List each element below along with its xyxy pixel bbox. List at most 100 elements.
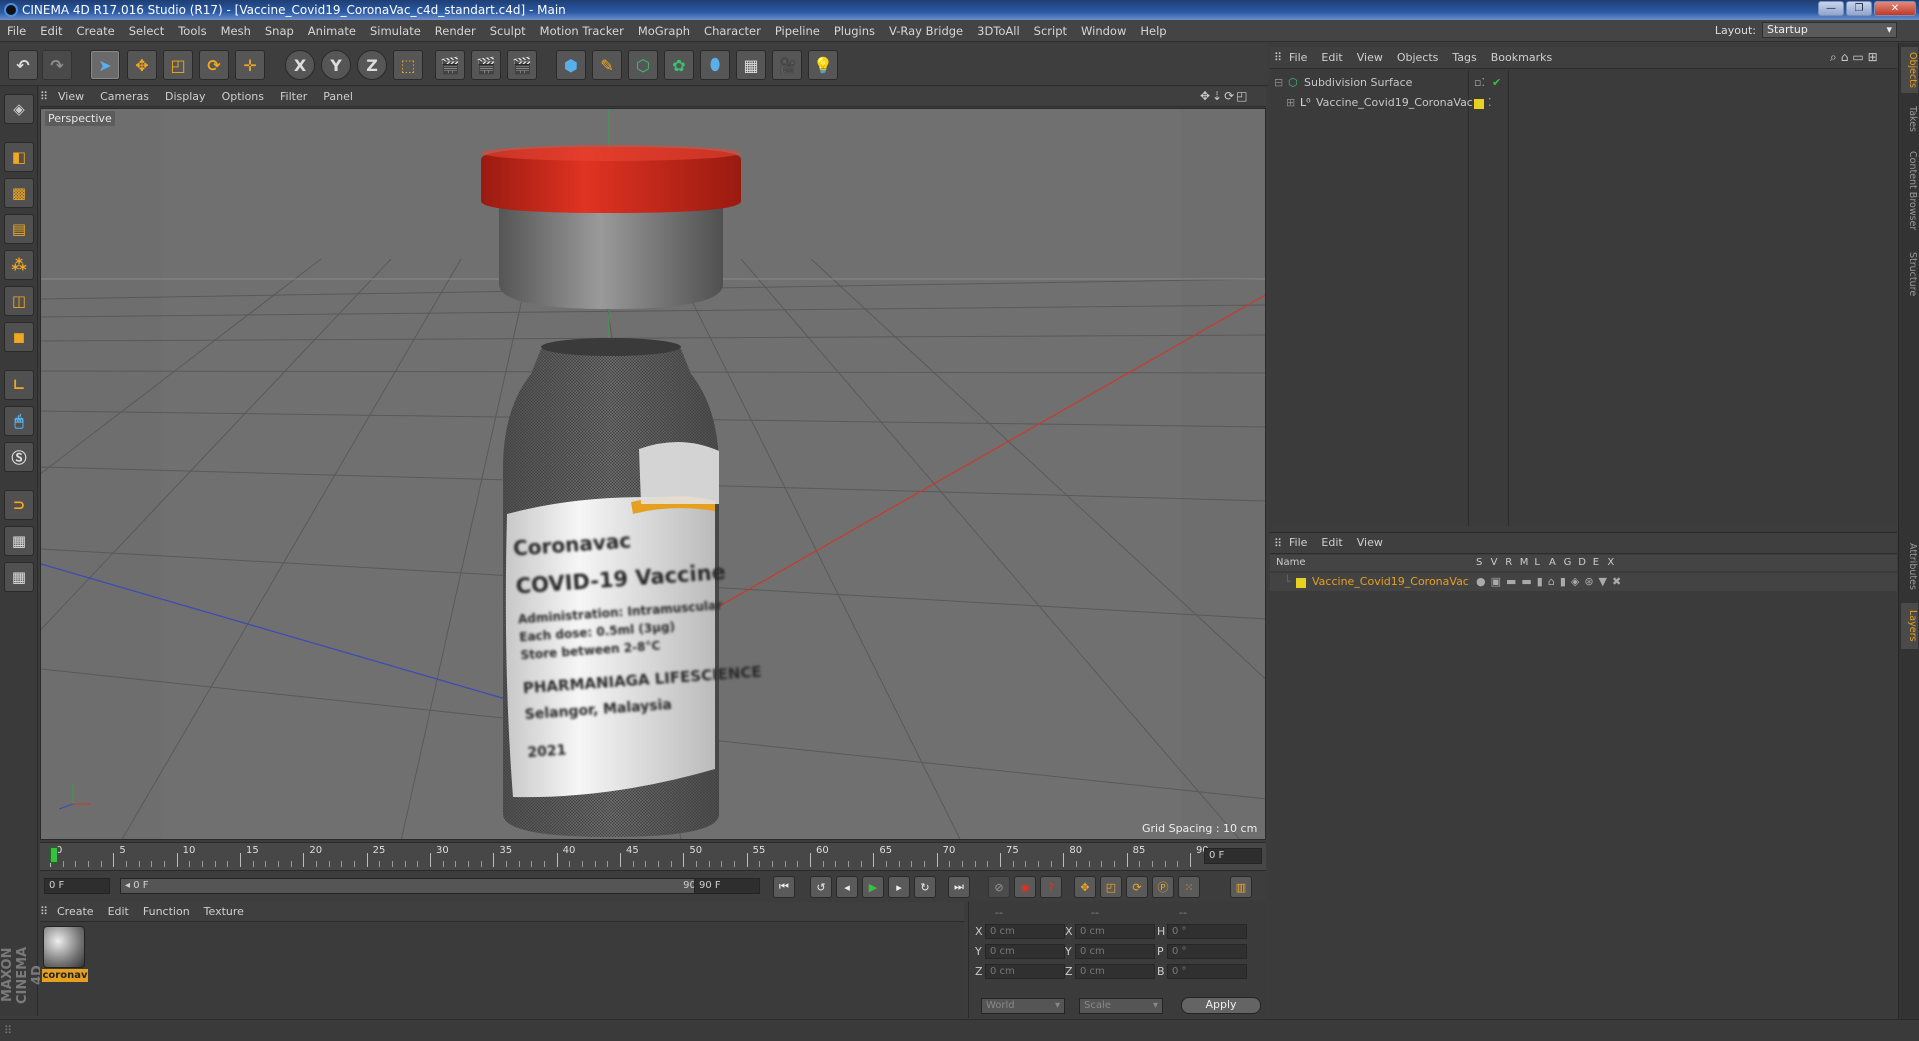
undo-button[interactable]: ↶ — [8, 50, 38, 80]
record-keys-button[interactable]: ⊘ — [988, 876, 1010, 898]
enabled-check-icon[interactable]: ✔ — [1492, 74, 1501, 92]
layer-col-v[interactable]: V — [1491, 557, 1498, 568]
end-frame-field[interactable]: 90 F — [694, 878, 760, 894]
snap-button[interactable]: Ⓢ — [4, 442, 34, 472]
layer-col-s[interactable]: S — [1476, 557, 1482, 568]
add-scene-button[interactable]: ▦ — [736, 50, 766, 80]
object-menu-objects[interactable]: Objects — [1390, 47, 1446, 69]
material-thumbnail[interactable] — [43, 926, 85, 968]
tab-takes[interactable]: Takes — [1901, 99, 1918, 139]
viewport-menu-panel[interactable]: Panel — [315, 87, 361, 107]
menu-pipeline[interactable]: Pipeline — [768, 20, 827, 42]
play-button[interactable]: ▶ — [862, 876, 884, 898]
render-to-picture-viewer-button[interactable]: 🎬 — [471, 50, 501, 80]
material-menu-function[interactable]: Function — [136, 902, 197, 922]
maximize-button[interactable]: ❐ — [1846, 1, 1872, 16]
add-spline-button[interactable]: ✎ — [592, 50, 622, 80]
add-nurbs-button[interactable]: ⬡ — [628, 50, 658, 80]
menu-window[interactable]: Window — [1074, 20, 1133, 42]
layer-color-swatch[interactable] — [1296, 578, 1306, 588]
viewport-menu-filter[interactable]: Filter — [272, 87, 315, 107]
edges-mode-button[interactable]: ◫ — [4, 286, 34, 316]
visibility-dots-icon[interactable]: ⁚ — [1488, 94, 1492, 112]
perspective-viewport[interactable]: Coronavac COVID-19 Vaccine Administratio… — [40, 108, 1266, 840]
coord-field[interactable]: 0 ° — [1167, 964, 1247, 979]
menu-select[interactable]: Select — [122, 20, 171, 42]
menu-motion-tracker[interactable]: Motion Tracker — [533, 20, 631, 42]
visibility-dots-icon[interactable]: ▫⁚ — [1474, 74, 1485, 92]
menu-edit[interactable]: Edit — [33, 20, 69, 42]
expand-icon[interactable]: ⊟ — [1274, 74, 1283, 92]
layer-col-d[interactable]: D — [1578, 557, 1586, 568]
redo-button[interactable]: ↷ — [42, 50, 72, 80]
layer-flags-icons[interactable]: ●▣▬▬▮⌂▮◈⊛▼✖ — [1476, 573, 1626, 591]
current-frame-field[interactable]: 0 F — [1204, 848, 1262, 864]
object-menu-file[interactable]: File — [1282, 47, 1314, 69]
keyframe-selection-button[interactable]: ? — [1040, 876, 1062, 898]
coordinate-system-button[interactable]: ⬚ — [393, 50, 423, 80]
viewport-nav-icons[interactable]: ✥⇣⟳◰ — [1200, 89, 1250, 103]
next-frame-button[interactable]: ▸ — [888, 876, 910, 898]
workplane-lock-button[interactable]: ▦ — [4, 526, 34, 556]
previous-frame-button[interactable]: ◂ — [836, 876, 858, 898]
coord-field[interactable]: 0 ° — [1167, 924, 1247, 939]
layer-menu-edit[interactable]: Edit — [1314, 532, 1349, 554]
object-manager-tools[interactable]: ⌕⌂▭⊞ — [1830, 50, 1882, 65]
timeline-window-button[interactable]: ▥ — [1230, 876, 1252, 898]
layer-col-r[interactable]: R — [1505, 557, 1512, 568]
layer-menu-file[interactable]: File — [1282, 532, 1314, 554]
rotation-key-button[interactable]: ⟳ — [1126, 876, 1148, 898]
coord-field[interactable]: 0 cm — [1075, 944, 1155, 959]
menu-v-ray-bridge[interactable]: V-Ray Bridge — [882, 20, 970, 42]
make-editable-button[interactable]: ◈ — [4, 94, 34, 124]
menu-render[interactable]: Render — [428, 20, 483, 42]
viewport-menu-view[interactable]: View — [50, 87, 92, 107]
add-deformer-button[interactable]: ⬮ — [700, 50, 730, 80]
x-axis-lock-button[interactable]: X — [285, 50, 315, 80]
material-menu-create[interactable]: Create — [50, 902, 101, 922]
y-axis-lock-button[interactable]: Y — [321, 50, 351, 80]
rotate-tool-button[interactable]: ⟳ — [199, 50, 229, 80]
goto-end-button[interactable]: ⏭ — [948, 876, 970, 898]
coord-field[interactable]: 0 cm — [1075, 964, 1155, 979]
viewport-menu-options[interactable]: Options — [214, 87, 272, 107]
tab-structure[interactable]: Structure — [1901, 243, 1918, 305]
material-menu-texture[interactable]: Texture — [197, 902, 251, 922]
menu-tools[interactable]: Tools — [171, 20, 213, 42]
material-menu-edit[interactable]: Edit — [101, 902, 136, 922]
enable-snap-button[interactable]: ⊃ — [4, 490, 34, 520]
live-selection-button[interactable]: ➤ — [90, 50, 120, 80]
render-view-button[interactable]: 🎬 — [435, 50, 465, 80]
menu-character[interactable]: Character — [697, 20, 768, 42]
model-mode-button[interactable]: ◧ — [4, 142, 34, 172]
frame-range-slider[interactable]: ◂ 0 F 90 F ▸ — [120, 878, 720, 894]
layer-row[interactable]: └ Vaccine_Covid19_CoronaVac ●▣▬▬▮⌂▮◈⊛▼✖ — [1270, 573, 1897, 591]
apply-button[interactable]: Apply — [1181, 997, 1261, 1014]
object-menu-tags[interactable]: Tags — [1445, 47, 1483, 69]
last-tool-button[interactable]: ✛ — [235, 50, 265, 80]
layer-col-e[interactable]: E — [1593, 557, 1599, 568]
menu-3dtoall[interactable]: 3DToAll — [970, 20, 1027, 42]
menu-create[interactable]: Create — [70, 20, 122, 42]
render-settings-button[interactable]: 🎬 — [507, 50, 537, 80]
points-mode-button[interactable]: ⁂ — [4, 250, 34, 280]
goto-next-key-button[interactable]: ↻ — [914, 876, 936, 898]
minimize-button[interactable]: — — [1818, 1, 1844, 16]
tab-attributes[interactable]: Attributes — [1901, 533, 1918, 599]
tweak-mode-button[interactable]: 🖱 — [4, 406, 34, 436]
axis-mode-button[interactable]: ∟ — [4, 370, 34, 400]
start-frame-field[interactable]: 0 F — [44, 878, 110, 894]
tab-content-browser[interactable]: Content Browser — [1901, 143, 1918, 239]
position-key-button[interactable]: ✥ — [1074, 876, 1096, 898]
tab-objects[interactable]: Objects — [1901, 47, 1918, 93]
object-menu-view[interactable]: View — [1350, 47, 1390, 69]
viewport-menu-display[interactable]: Display — [157, 87, 214, 107]
scale-key-button[interactable]: ◰ — [1100, 876, 1122, 898]
layer-color-swatch[interactable] — [1474, 99, 1484, 109]
parameter-key-button[interactable]: Ⓟ — [1152, 876, 1174, 898]
coord-field[interactable]: 0 cm — [985, 924, 1065, 939]
texture-mode-button[interactable]: ▩ — [4, 178, 34, 208]
add-light-button[interactable]: 💡 — [808, 50, 838, 80]
playhead-marker[interactable] — [50, 847, 58, 863]
move-tool-button[interactable]: ✥ — [127, 50, 157, 80]
